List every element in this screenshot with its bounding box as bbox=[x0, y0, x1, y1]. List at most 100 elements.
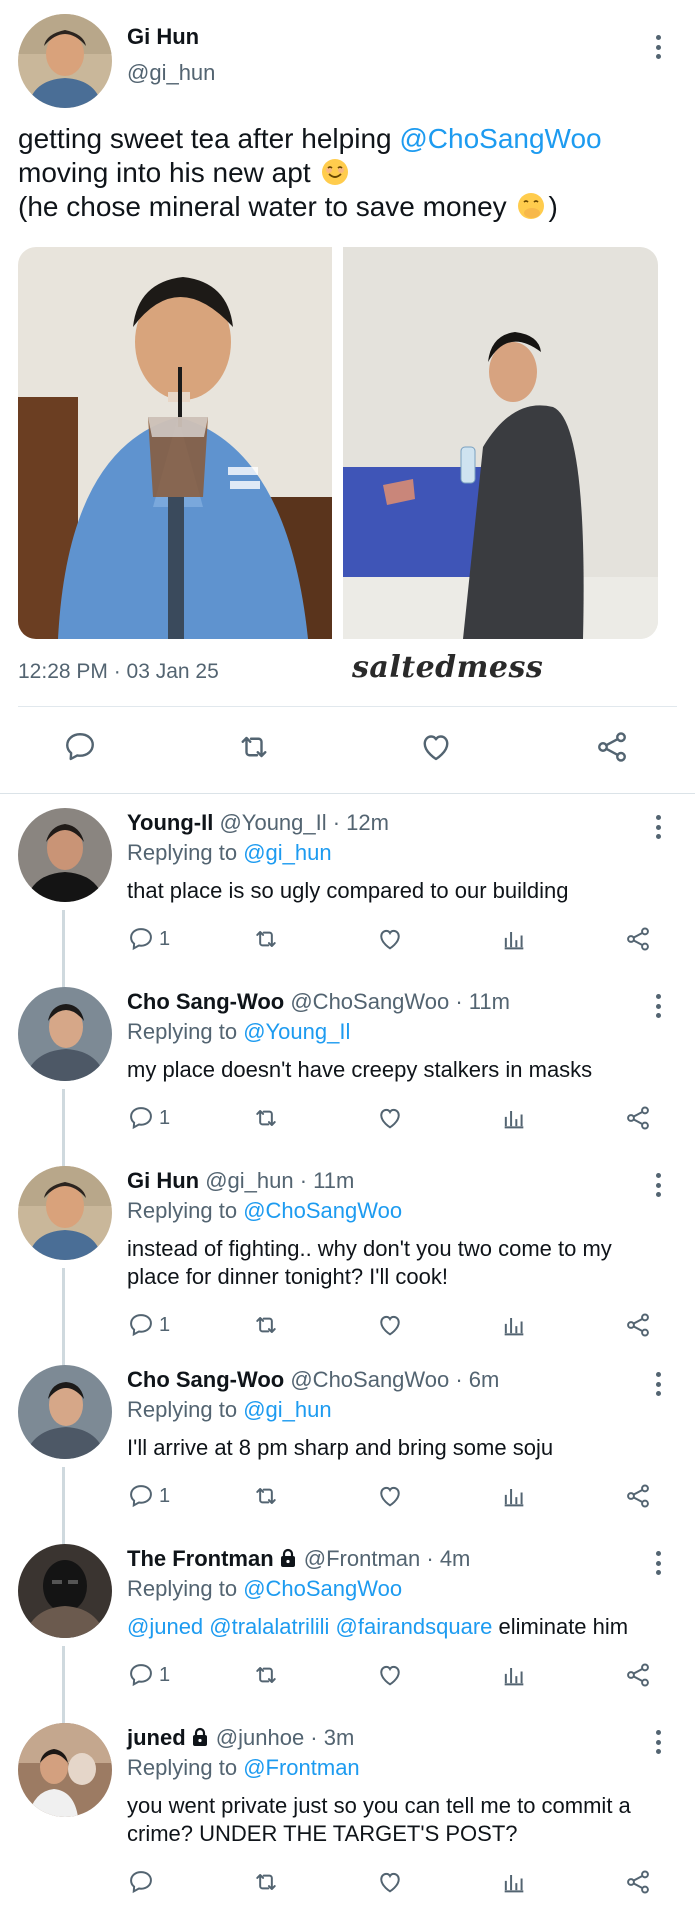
face-with-hand-over-mouth-emoji-icon bbox=[518, 193, 545, 219]
like-button[interactable] bbox=[418, 729, 458, 769]
tweet-timestamp[interactable]: 12:28 PM · 03 Jan 25 bbox=[18, 660, 219, 684]
more-vertical-icon bbox=[654, 994, 662, 1018]
avatar[interactable] bbox=[18, 1723, 112, 1817]
reply-text: @juned @tralalatrilili @fairandsquare el… bbox=[127, 1613, 667, 1641]
reply-button[interactable] bbox=[62, 729, 102, 769]
like-button[interactable] bbox=[376, 1865, 404, 1899]
retweet-button[interactable] bbox=[252, 1101, 280, 1135]
replying-to-label: Replying to bbox=[127, 1576, 244, 1601]
author-meta: @ChoSangWoo · 11m bbox=[284, 989, 510, 1014]
analytics-icon bbox=[504, 1489, 524, 1507]
like-button[interactable] bbox=[376, 1308, 404, 1342]
tweet-photo-2[interactable] bbox=[343, 247, 658, 639]
retweet-icon bbox=[256, 931, 276, 947]
more-options-button[interactable] bbox=[644, 30, 672, 64]
avatar[interactable] bbox=[18, 987, 112, 1081]
like-button[interactable] bbox=[376, 1479, 404, 1513]
reply-text: I'll arrive at 8 pm sharp and bring some… bbox=[127, 1435, 554, 1460]
avatar[interactable] bbox=[18, 14, 112, 108]
reply-count: 1 bbox=[159, 1106, 171, 1129]
mention-link[interactable]: @Young_Il bbox=[243, 1019, 350, 1044]
replying-to: Replying to @ChoSangWoo bbox=[127, 1198, 402, 1224]
more-options-button[interactable] bbox=[645, 1367, 671, 1399]
analytics-button[interactable] bbox=[500, 1479, 528, 1513]
tweet-text-part: ) bbox=[548, 191, 558, 222]
retweet-icon bbox=[256, 1317, 276, 1333]
avatar[interactable] bbox=[18, 1365, 112, 1459]
mention-link[interactable]: @ChoSangWoo bbox=[243, 1198, 402, 1223]
reply-count: 1 bbox=[159, 1313, 171, 1336]
more-options-button[interactable] bbox=[645, 989, 671, 1021]
avatar[interactable] bbox=[18, 1166, 112, 1260]
reply-tweet[interactable]: Young-Il @Young_Il · 12m Replying to @gi… bbox=[0, 796, 695, 978]
divider bbox=[18, 706, 677, 707]
author-name[interactable]: Gi Hun bbox=[127, 24, 199, 50]
reply-button[interactable]: 1 bbox=[127, 1479, 170, 1513]
reply-tweet[interactable]: The Frontman @Frontman · 4m Replying to … bbox=[0, 1532, 695, 1714]
reply-button[interactable]: 1 bbox=[127, 922, 170, 956]
reply-button[interactable]: 1 bbox=[127, 1308, 170, 1342]
retweet-button[interactable] bbox=[236, 729, 276, 769]
mention-link[interactable]: @gi_hun bbox=[243, 840, 331, 865]
share-button[interactable] bbox=[624, 922, 652, 956]
more-options-button[interactable] bbox=[645, 1725, 671, 1757]
author-name[interactable]: Cho Sang-Woo bbox=[127, 989, 284, 1014]
mention-link[interactable]: @ChoSangWoo bbox=[243, 1576, 402, 1601]
more-vertical-icon bbox=[654, 35, 662, 59]
author-meta: @gi_hun · 11m bbox=[199, 1168, 355, 1193]
more-options-button[interactable] bbox=[645, 1168, 671, 1200]
share-button[interactable] bbox=[624, 1658, 652, 1692]
author-name[interactable]: juned bbox=[127, 1725, 186, 1750]
reply-button[interactable]: 1 bbox=[127, 1658, 170, 1692]
reply-tweet[interactable]: Gi Hun @gi_hun · 11m Replying to @ChoSan… bbox=[0, 1154, 695, 1354]
author-name[interactable]: Young-Il bbox=[127, 810, 213, 835]
like-button[interactable] bbox=[376, 1658, 404, 1692]
analytics-button[interactable] bbox=[500, 1101, 528, 1135]
like-button[interactable] bbox=[376, 922, 404, 956]
divider bbox=[0, 793, 695, 794]
share-button[interactable] bbox=[624, 1479, 652, 1513]
more-options-button[interactable] bbox=[645, 810, 671, 842]
like-icon bbox=[380, 929, 400, 950]
more-options-button[interactable] bbox=[645, 1546, 671, 1578]
retweet-button[interactable] bbox=[252, 1479, 280, 1513]
mention-link[interactable]: @gi_hun bbox=[243, 1397, 331, 1422]
retweet-button[interactable] bbox=[252, 922, 280, 956]
share-button[interactable] bbox=[594, 729, 634, 769]
analytics-button[interactable] bbox=[500, 1865, 528, 1899]
analytics-button[interactable] bbox=[500, 922, 528, 956]
share-button[interactable] bbox=[624, 1308, 652, 1342]
tweet-photo-1[interactable] bbox=[18, 247, 332, 639]
avatar[interactable] bbox=[18, 1544, 112, 1638]
reply-tweet[interactable]: Cho Sang-Woo @ChoSangWoo · 6m Replying t… bbox=[0, 1353, 695, 1535]
mention-link[interactable]: @juned @tralalatrilili @fairandsquare bbox=[127, 1614, 492, 1639]
analytics-icon bbox=[504, 1318, 524, 1336]
avatar[interactable] bbox=[18, 808, 112, 902]
author-name[interactable]: Gi Hun bbox=[127, 1168, 199, 1193]
share-button[interactable] bbox=[624, 1101, 652, 1135]
author-meta: @Frontman · 4m bbox=[297, 1546, 471, 1571]
like-button[interactable] bbox=[376, 1101, 404, 1135]
tweet-text-part: getting sweet tea after helping bbox=[18, 123, 400, 154]
tweet-actions bbox=[0, 725, 695, 775]
reply-text: instead of fighting.. why don't you two … bbox=[127, 1236, 612, 1289]
reply-tweet[interactable]: juned @junhoe · 3m Replying to @Frontman… bbox=[0, 1711, 695, 1920]
more-vertical-icon bbox=[654, 1372, 662, 1396]
reply-button[interactable] bbox=[127, 1865, 159, 1899]
retweet-icon bbox=[256, 1667, 276, 1683]
author-name[interactable]: The Frontman bbox=[127, 1546, 274, 1571]
analytics-button[interactable] bbox=[500, 1658, 528, 1692]
mention-link[interactable]: @Frontman bbox=[243, 1755, 359, 1780]
retweet-button[interactable] bbox=[252, 1308, 280, 1342]
reply-button[interactable]: 1 bbox=[127, 1101, 170, 1135]
author-name[interactable]: Cho Sang-Woo bbox=[127, 1367, 284, 1392]
mention-link[interactable]: @ChoSangWoo bbox=[399, 123, 601, 154]
retweet-button[interactable] bbox=[252, 1865, 280, 1899]
retweet-button[interactable] bbox=[252, 1658, 280, 1692]
share-button[interactable] bbox=[624, 1865, 652, 1899]
reply-tweet[interactable]: Cho Sang-Woo @ChoSangWoo · 11m Replying … bbox=[0, 975, 695, 1157]
share-icon bbox=[627, 1870, 649, 1894]
analytics-button[interactable] bbox=[500, 1308, 528, 1342]
share-icon bbox=[627, 1484, 649, 1508]
author-handle[interactable]: @gi_hun bbox=[127, 60, 215, 86]
